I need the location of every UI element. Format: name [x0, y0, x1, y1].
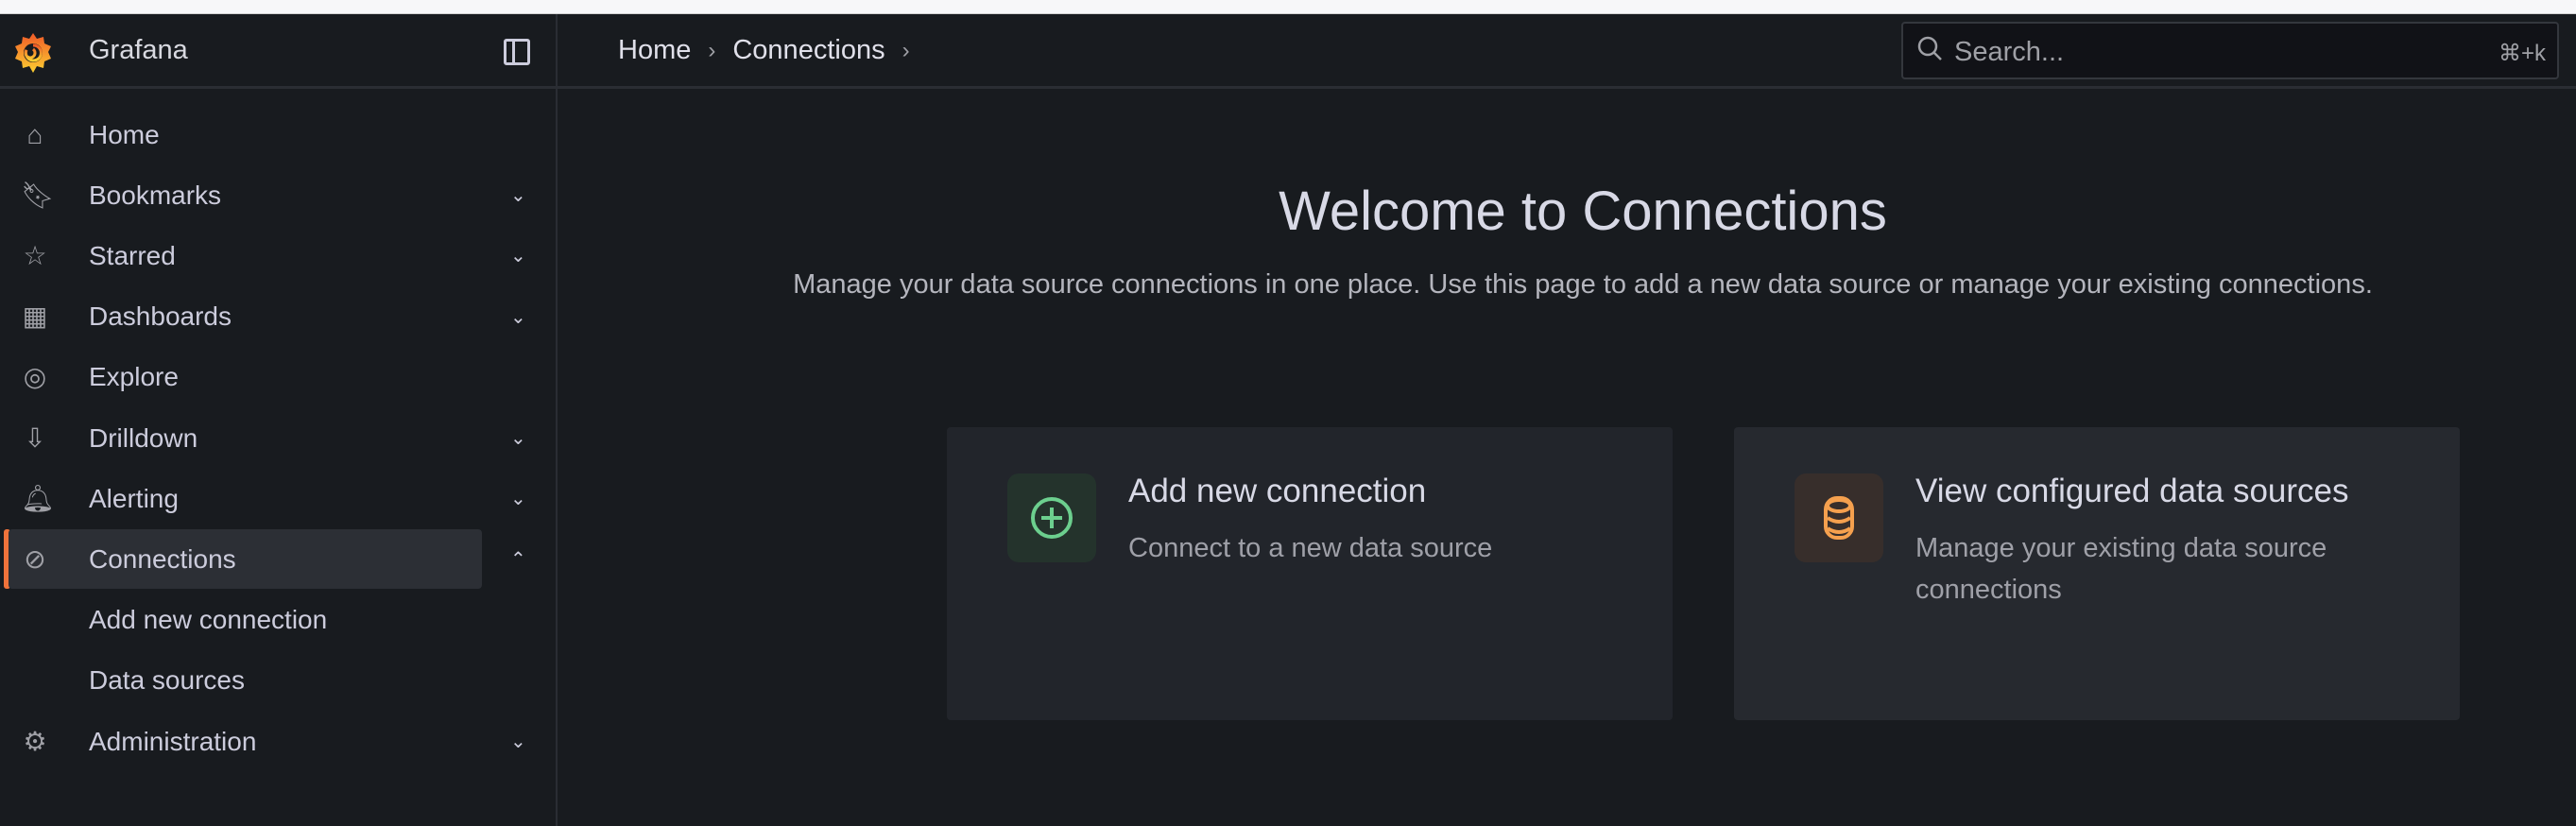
- sidebar-item-connections[interactable]: ⊘ Connections ⌃: [0, 529, 556, 590]
- sidebar-item-starred[interactable]: ☆ Starred ⌄: [0, 226, 556, 285]
- card-description: Manage your existing data source connect…: [1915, 533, 2327, 605]
- sidebar-item-label: Add new connection: [89, 605, 328, 635]
- breadcrumb-home[interactable]: Home: [618, 35, 691, 66]
- chevron-down-icon[interactable]: ⌄: [510, 426, 529, 450]
- card-description: Connect to a new data source: [1128, 533, 1493, 563]
- star-icon: ☆: [23, 240, 47, 270]
- chevron-right-icon: ›: [902, 37, 910, 63]
- search-shortcut: ⌘+k: [2498, 41, 2546, 66]
- bell-icon: 🔔︎: [21, 483, 55, 513]
- sidebar-item-label: Connections: [89, 543, 236, 574]
- sidebar: Grafana ⌂ Home 🔖︎ Bookmarks ⌄ ☆ Starred ⌄ ▦ Dashb…: [0, 14, 558, 826]
- browser-top-strip: [0, 0, 2576, 14]
- sidebar-item-data-sources[interactable]: Data sources: [0, 651, 556, 711]
- top-header: Home › Connections › Search... ⌘+k: [558, 14, 2576, 89]
- card-title: View configured data sources: [1915, 473, 2349, 509]
- sidebar-item-label: Home: [89, 119, 160, 149]
- sidebar-item-label: Administration: [89, 726, 257, 756]
- link-icon: ⊘: [24, 543, 46, 574]
- sidebar-item-label: Dashboards: [89, 301, 232, 332]
- page-subtitle: Manage your data source connections in o…: [793, 269, 2373, 300]
- sidebar-item-label: Explore: [89, 362, 179, 392]
- sidebar-item-explore[interactable]: ◎ Explore: [0, 348, 556, 407]
- breadcrumb-connections[interactable]: Connections: [732, 35, 884, 66]
- sidebar-item-label: Starred: [89, 240, 176, 270]
- grafana-logo-icon[interactable]: [13, 31, 53, 75]
- sidebar-item-dashboards[interactable]: ▦ Dashboards ⌄: [0, 287, 556, 347]
- card-title: Add new connection: [1128, 473, 1427, 509]
- home-icon: ⌂: [26, 119, 43, 149]
- chevron-up-icon[interactable]: ⌃: [510, 547, 529, 571]
- sidebar-header: Grafana: [0, 14, 556, 89]
- sidebar-item-label: Bookmarks: [89, 180, 222, 210]
- chevron-down-icon[interactable]: ⌄: [510, 244, 529, 267]
- chevron-down-icon[interactable]: ⌄: [510, 487, 529, 510]
- sidebar-item-label: Alerting: [89, 483, 179, 513]
- breadcrumb: Home › Connections ›: [618, 35, 910, 66]
- compass-icon: ◎: [23, 362, 47, 392]
- cog-icon: ⚙: [23, 726, 47, 756]
- chevron-right-icon: ›: [708, 37, 716, 63]
- active-background: [9, 529, 482, 590]
- sidebar-item-administration[interactable]: ⚙ Administration ⌄: [0, 712, 556, 771]
- search-icon: [1917, 36, 1942, 60]
- add-circle-icon: [1007, 473, 1096, 562]
- brand-name: Grafana: [89, 35, 188, 65]
- dock-menu-icon[interactable]: [504, 39, 530, 65]
- view-data-sources-card[interactable]: View configured data sources Manage your…: [1734, 427, 2460, 720]
- chevron-down-icon[interactable]: ⌄: [510, 730, 529, 753]
- page-title: Welcome to Connections: [1279, 181, 1887, 242]
- drilldown-icon: ⇩: [24, 422, 46, 453]
- chevron-down-icon[interactable]: ⌄: [510, 305, 529, 329]
- sidebar-item-label: Data sources: [89, 665, 245, 696]
- search-input[interactable]: Search... ⌘+k: [1901, 22, 2559, 79]
- search-placeholder: Search...: [1954, 37, 2065, 67]
- sidebar-item-bookmarks[interactable]: 🔖︎ Bookmarks ⌄: [0, 165, 556, 225]
- sidebar-item-label: Drilldown: [89, 422, 198, 453]
- sidebar-item-drilldown[interactable]: ⇩ Drilldown ⌄: [0, 408, 556, 468]
- bookmark-icon: 🔖︎: [21, 180, 55, 210]
- database-icon: [1795, 473, 1883, 562]
- apps-icon: ▦: [22, 301, 48, 332]
- chevron-down-icon[interactable]: ⌄: [510, 183, 529, 207]
- sidebar-item-add-new-connection[interactable]: Add new connection: [0, 591, 556, 650]
- sidebar-item-home[interactable]: ⌂ Home: [0, 105, 556, 164]
- add-new-connection-card[interactable]: Add new connection Connect to a new data…: [947, 427, 1673, 720]
- sidebar-item-alerting[interactable]: 🔔︎ Alerting ⌄: [0, 469, 556, 528]
